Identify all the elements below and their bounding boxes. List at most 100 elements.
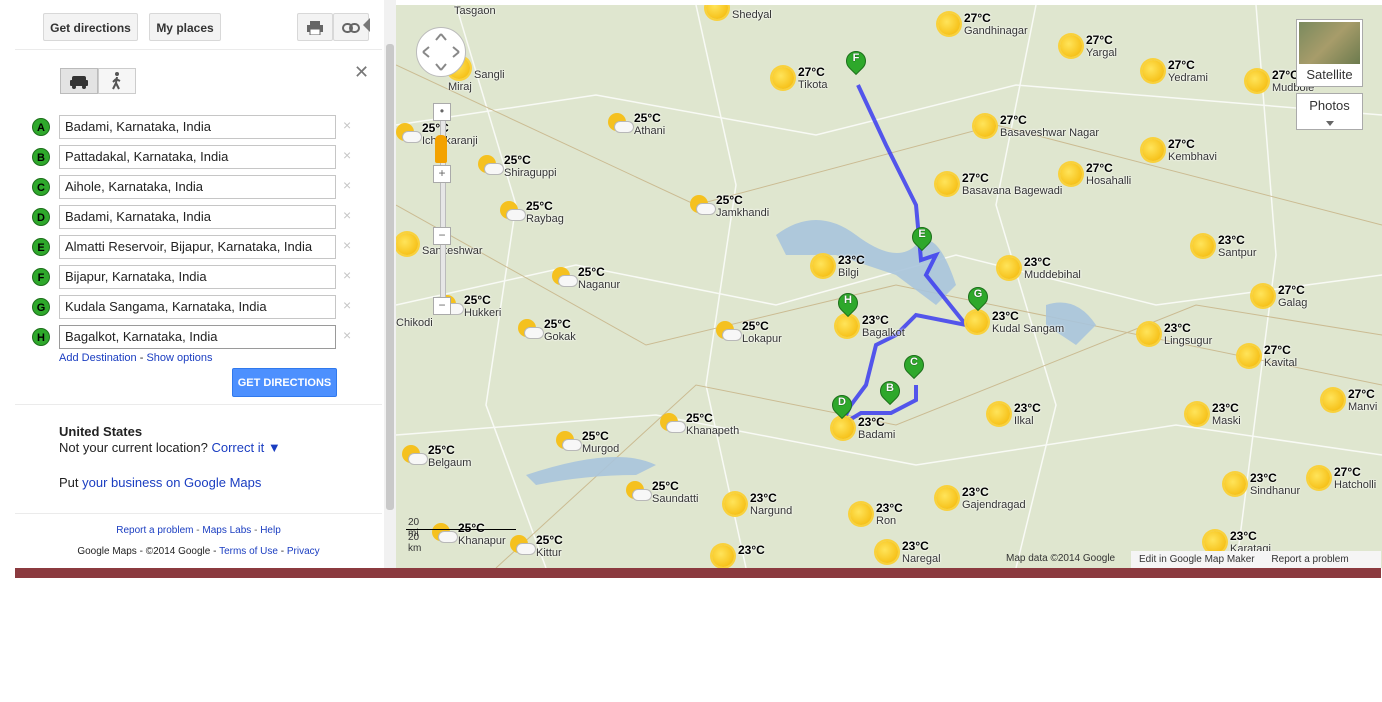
sun-icon: [1186, 403, 1208, 425]
location-question: Not your current location? Correct it ▼: [59, 440, 281, 455]
waypoint-row: G Kudala Sangama, Karnataka, India ×: [15, 295, 384, 319]
city-label: Maski: [1212, 415, 1241, 427]
edit-in-map-maker-link[interactable]: Edit in Google Map Maker: [1139, 554, 1255, 565]
city-label: Lingsugur: [1164, 335, 1213, 347]
route-marker-icon[interactable]: B: [875, 376, 905, 411]
photos-layer-button[interactable]: Photos: [1296, 93, 1363, 130]
city-label: Manvi: [1348, 401, 1378, 413]
divider: [15, 513, 382, 514]
print-button[interactable]: [297, 13, 333, 41]
remove-waypoint-icon[interactable]: ×: [343, 117, 351, 133]
city-label: Lokapur: [742, 333, 782, 345]
weather-temperature: 27°C: [1348, 387, 1375, 401]
pegman-icon[interactable]: [435, 135, 447, 163]
report-problem-link[interactable]: Report a problem: [116, 525, 193, 536]
city-label: Saundatti: [652, 493, 699, 505]
route-marker-icon[interactable]: H: [833, 288, 863, 323]
partly-cloudy-icon: [518, 319, 544, 341]
remove-waypoint-icon[interactable]: ×: [343, 177, 351, 193]
sun-icon: [1142, 139, 1164, 161]
route-marker-icon[interactable]: D: [827, 390, 857, 425]
map-canvas[interactable]: Shedyal 27°C Gandhinagar 27°C Yargal 27°C Yedr…: [396, 5, 1382, 568]
sun-icon: [936, 487, 958, 509]
waypoint-input[interactable]: Badami, Karnataka, India: [59, 115, 336, 139]
city-label: Miraj: [448, 81, 472, 93]
partly-cloudy-icon: [432, 523, 458, 545]
city-label: Galag: [1278, 297, 1308, 309]
waypoint-input[interactable]: Aihole, Karnataka, India: [59, 175, 336, 199]
satellite-map-type-button[interactable]: Satellite: [1296, 19, 1363, 87]
car-mode-button[interactable]: [60, 68, 98, 94]
remove-waypoint-icon[interactable]: ×: [343, 267, 351, 283]
route-marker-icon[interactable]: F: [841, 46, 871, 81]
scrollbar-thumb[interactable]: [386, 44, 394, 510]
waypoint-marker-icon: H: [32, 328, 50, 346]
weather-temperature: 25°C: [536, 533, 563, 547]
waypoint-input[interactable]: Bijapur, Karnataka, India: [59, 265, 336, 289]
weather-temperature: 27°C: [1264, 343, 1291, 357]
city-label: Chikodi: [396, 317, 433, 329]
sun-icon: [876, 541, 898, 563]
waypoint-input[interactable]: Kudala Sangama, Karnataka, India: [59, 295, 336, 319]
remove-waypoint-icon[interactable]: ×: [343, 297, 351, 313]
weather-temperature: 25°C: [652, 479, 679, 493]
walk-icon: [112, 72, 121, 90]
partly-cloudy-icon: [608, 113, 634, 135]
close-directions-icon[interactable]: ✕: [354, 62, 369, 83]
remove-waypoint-icon[interactable]: ×: [343, 207, 351, 223]
zoom-in-button[interactable]: +: [433, 165, 451, 183]
weather-temperature: 27°C: [1278, 283, 1305, 297]
collapse-panel-icon[interactable]: [363, 18, 370, 32]
my-places-tab[interactable]: My places: [149, 13, 221, 41]
zoom-dot-button[interactable]: •: [433, 103, 451, 121]
waypoint-row: C Aihole, Karnataka, India ×: [15, 175, 384, 199]
city-label: Basavana Bagewadi: [962, 185, 1063, 197]
city-label: Gandhinagar: [964, 25, 1028, 37]
zoom-level-marker[interactable]: −: [433, 227, 451, 245]
panel-scrollbar[interactable]: [384, 0, 396, 568]
terms-link[interactable]: Terms of Use: [219, 546, 278, 557]
city-label: Belgaum: [428, 457, 472, 469]
sun-icon: [712, 545, 734, 567]
partly-cloudy-icon: [402, 445, 428, 467]
show-options-link[interactable]: Show options: [146, 352, 212, 364]
route-marker-icon[interactable]: C: [899, 350, 929, 385]
sun-icon: [938, 13, 960, 35]
city-label: Raybag: [526, 213, 564, 225]
walk-mode-button[interactable]: [98, 68, 136, 94]
weather-temperature: 23°C: [1250, 471, 1277, 485]
add-destination-link[interactable]: Add Destination: [59, 352, 137, 364]
route-marker-icon[interactable]: E: [907, 222, 937, 257]
report-problem-map-link[interactable]: Report a problem: [1271, 554, 1348, 565]
help-link[interactable]: Help: [260, 525, 281, 536]
waypoint-input[interactable]: Pattadakal, Karnataka, India: [59, 145, 336, 169]
weather-temperature: 23°C: [838, 253, 865, 267]
remove-waypoint-icon[interactable]: ×: [343, 237, 351, 253]
footer-legal: Google Maps - ©2014 Google - Terms of Us…: [15, 546, 382, 557]
weather-temperature: 27°C: [1334, 465, 1361, 479]
city-label: Hosahalli: [1086, 175, 1132, 187]
weather-temperature: 23°C: [750, 491, 777, 505]
get-directions-button[interactable]: GET DIRECTIONS: [232, 368, 337, 397]
business-promo: Put your business on Google Maps: [59, 475, 261, 490]
remove-waypoint-icon[interactable]: ×: [343, 327, 351, 343]
privacy-link[interactable]: Privacy: [287, 546, 320, 557]
chevron-down-icon: [1326, 121, 1334, 126]
pan-control[interactable]: [416, 27, 466, 77]
route-marker-icon[interactable]: G: [963, 282, 993, 317]
get-directions-tab[interactable]: Get directions: [43, 13, 138, 41]
zoom-out-button[interactable]: −: [433, 297, 451, 315]
maps-labs-link[interactable]: Maps Labs: [202, 525, 251, 536]
waypoint-input[interactable]: Almatti Reservoir, Bijapur, Karnataka, I…: [59, 235, 336, 259]
correct-it-link[interactable]: Correct it ▼: [211, 440, 280, 455]
waypoint-marker-icon: D: [32, 208, 50, 226]
waypoint-input[interactable]: Badami, Karnataka, India: [59, 205, 336, 229]
sun-icon: [1308, 467, 1330, 489]
satellite-thumbnail: [1299, 22, 1360, 64]
waypoint-input[interactable]: Bagalkot, Karnataka, India: [59, 325, 336, 349]
sun-icon: [1238, 345, 1260, 367]
weather-temperature: 23°C: [1230, 529, 1257, 543]
business-link[interactable]: your business on Google Maps: [82, 475, 261, 490]
route-marker-letter: B: [886, 382, 894, 394]
remove-waypoint-icon[interactable]: ×: [343, 147, 351, 163]
